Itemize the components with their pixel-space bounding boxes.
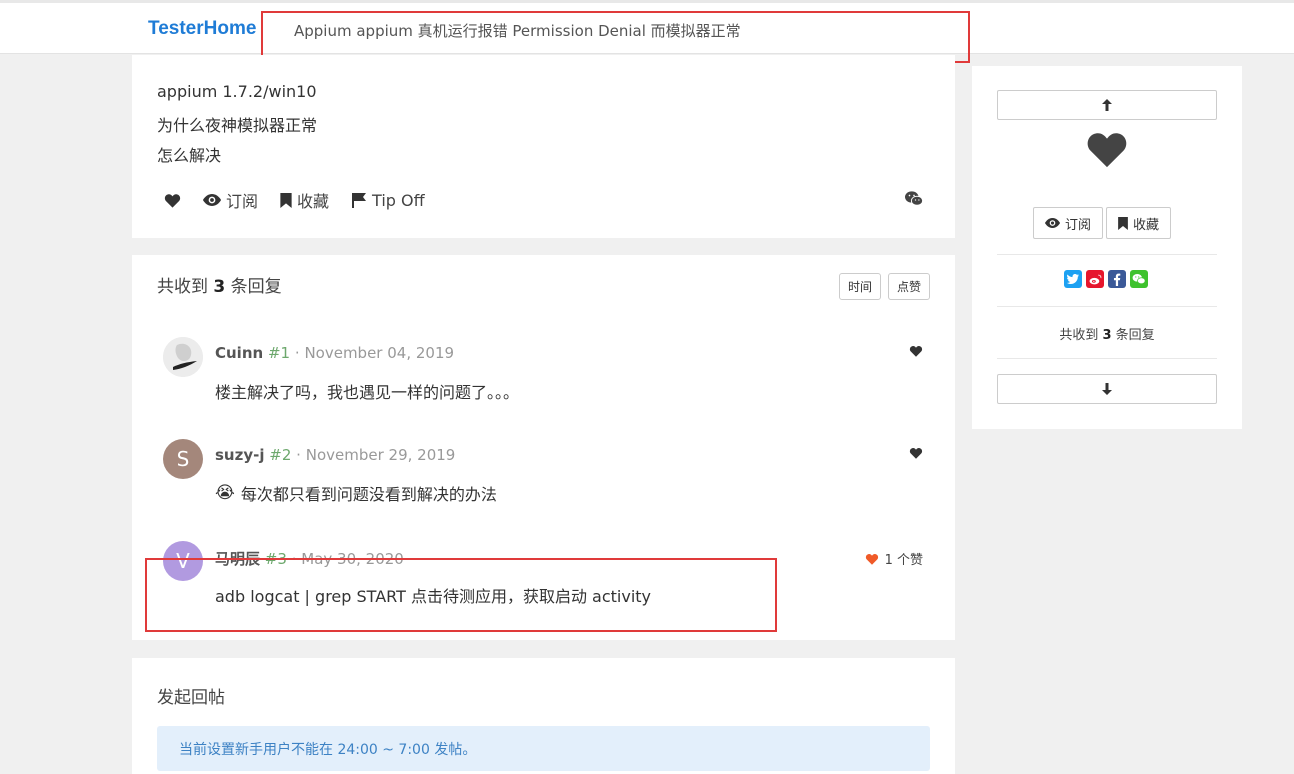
subscribe-button[interactable]: 订阅: [203, 188, 258, 212]
avatar-letter: V: [176, 549, 190, 573]
meta-separator: ·: [294, 344, 300, 362]
top-navbar: TesterHome Appium appium 真机运行报错 Permissi…: [0, 0, 1294, 54]
sidebar-subscribe-button[interactable]: 订阅: [1033, 207, 1104, 239]
reply-date: November 29, 2019: [305, 446, 456, 464]
post-line: 怎么解决: [157, 146, 222, 165]
reply-like-button[interactable]: 1 个赞: [865, 549, 923, 568]
favorite-label: 收藏: [297, 192, 330, 211]
avatar-letter: S: [176, 447, 190, 471]
bookmark-icon: [1118, 216, 1128, 230]
wechat-share-button[interactable]: [905, 191, 924, 210]
crying-emoji: 😭: [215, 483, 235, 503]
reply-username[interactable]: Cuinn: [215, 344, 263, 362]
divider: [997, 358, 1217, 359]
scroll-bottom-button[interactable]: [997, 374, 1217, 404]
new-reply-title: 发起回帖: [157, 688, 225, 708]
reply-date: May 30, 2020: [301, 550, 404, 568]
reply-text: 每次都只看到问题没看到解决的办法: [240, 485, 497, 504]
post-body-card: appium 1.7.2/win10 为什么夜神模拟器正常 怎么解决 订阅 收藏…: [132, 55, 955, 238]
favorite-button[interactable]: 收藏: [280, 188, 329, 212]
reply-meta: suzy-j #2 · November 29, 2019: [215, 446, 455, 464]
post-actions: 订阅 收藏 Tip Off: [157, 188, 425, 212]
arrow-up-icon: [1102, 99, 1112, 111]
avatar[interactable]: S: [163, 439, 203, 479]
reply-like-button[interactable]: [909, 345, 923, 357]
post-line: appium 1.7.2/win10: [157, 82, 317, 101]
avatar-image: [163, 337, 203, 377]
share-icons: [1064, 270, 1148, 288]
wechat-icon[interactable]: [1130, 270, 1148, 288]
reply-floor[interactable]: #3: [265, 550, 287, 568]
notice-banner: 当前设置新手用户不能在 24:00 ~ 7:00 发帖。: [157, 726, 930, 771]
eye-icon: [1045, 218, 1060, 228]
subscribe-label: 订阅: [226, 192, 259, 211]
sidebar-action-buttons: 订阅 收藏: [1033, 207, 1172, 239]
twitter-icon[interactable]: [1064, 270, 1082, 288]
sidebar-subscribe-label: 订阅: [1065, 217, 1092, 233]
reply-username[interactable]: 马明辰: [215, 550, 260, 568]
wechat-icon: [905, 191, 924, 206]
meta-separator: ·: [296, 446, 301, 464]
divider: [997, 306, 1217, 307]
facebook-icon[interactable]: [1108, 270, 1126, 288]
reply-like-button[interactable]: [909, 447, 923, 459]
heart-icon: [909, 346, 923, 357]
heart-icon: [1087, 133, 1127, 168]
eye-icon: [203, 194, 221, 206]
heart-icon: [164, 193, 181, 208]
reply-floor[interactable]: #2: [269, 446, 291, 464]
post-line: 为什么夜神模拟器正常: [157, 116, 318, 135]
reply-text: 楼主解决了吗，我也遇见一样的问题了。。。: [215, 383, 520, 402]
arrow-down-icon: [1102, 383, 1112, 395]
replies-header: 共收到 3 条回复: [157, 272, 282, 297]
sidebar-favorite-label: 收藏: [1133, 217, 1160, 233]
reply-text: adb logcat | grep START 点击待测应用，获取启动 acti…: [215, 587, 652, 606]
like-button[interactable]: [164, 193, 181, 208]
flag-icon: [352, 193, 367, 208]
replies-header-prefix: 共收到: [157, 277, 208, 297]
sidebar-count-number: 3: [1102, 328, 1112, 343]
meta-separator: ·: [291, 550, 297, 568]
reply-floor[interactable]: #1: [268, 344, 290, 362]
brand-logo[interactable]: TesterHome: [148, 18, 256, 40]
heart-icon: [909, 448, 923, 459]
new-reply-card: 发起回帖 当前设置新手用户不能在 24:00 ~ 7:00 发帖。: [132, 658, 955, 774]
sort-by-likes-button[interactable]: 点赞: [887, 273, 930, 300]
topic-title: Appium appium 真机运行报错 Permission Denial 而…: [294, 22, 741, 40]
bookmark-icon: [280, 192, 292, 208]
avatar[interactable]: [163, 337, 203, 377]
sort-buttons: 时间 点赞: [838, 273, 930, 300]
tipoff-button[interactable]: Tip Off: [351, 191, 425, 210]
divider: [997, 254, 1217, 255]
reply-meta: Cuinn #1 · November 04, 2019: [215, 344, 454, 362]
sort-by-time-button[interactable]: 时间: [838, 273, 881, 300]
weibo-icon[interactable]: [1086, 270, 1104, 288]
scroll-top-button[interactable]: [997, 90, 1217, 120]
sidebar-count-prefix: 共收到: [1059, 328, 1099, 343]
like-count: 1 个赞: [884, 553, 923, 568]
sidebar-favorite-button[interactable]: 收藏: [1106, 207, 1172, 239]
reply-body: 😭 每次都只看到问题没看到解决的办法: [215, 481, 497, 505]
reply-date: November 04, 2019: [304, 344, 455, 362]
sidebar-reply-count: 共收到 3 条回复: [972, 324, 1242, 343]
reply-username[interactable]: suzy-j: [215, 446, 264, 464]
heart-icon: [865, 553, 878, 565]
sidebar-card: 订阅 收藏 共收到 3 条回复: [972, 66, 1242, 429]
reply-meta: 马明辰 #3 · May 30, 2020: [215, 548, 404, 569]
big-like-button[interactable]: [1085, 130, 1129, 172]
replies-card: 共收到 3 条回复 时间 点赞 Cuinn #1 · November 04, …: [132, 255, 955, 640]
replies-count: 3: [213, 277, 226, 297]
tipoff-label: Tip Off: [372, 190, 425, 210]
sidebar-count-suffix: 条回复: [1115, 328, 1155, 343]
replies-header-suffix: 条回复: [230, 277, 282, 297]
avatar[interactable]: V: [163, 541, 203, 581]
reply-body: adb logcat | grep START 点击待测应用，获取启动 acti…: [215, 583, 651, 607]
reply-body: 楼主解决了吗，我也遇见一样的问题了。。。: [215, 379, 519, 403]
